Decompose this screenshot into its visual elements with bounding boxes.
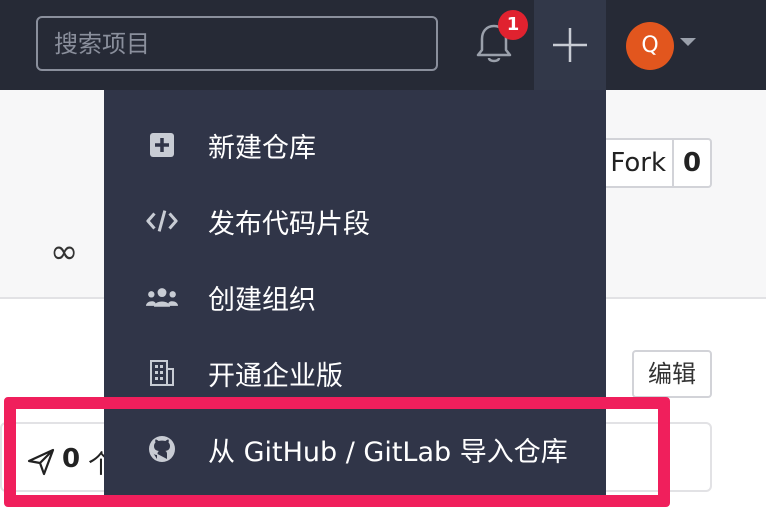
notification-badge: 1 (498, 10, 528, 40)
fork-button[interactable]: Fork 0 (596, 138, 712, 188)
github-icon (146, 433, 178, 465)
avatar[interactable]: Q (626, 22, 674, 70)
code-icon (146, 205, 178, 237)
menu-item-create-org[interactable]: 创建组织 (104, 259, 606, 335)
top-navbar: 1 Q (0, 0, 766, 90)
menu-item-new-repo[interactable]: 新建仓库 (104, 107, 606, 183)
building-icon (146, 357, 178, 389)
create-new-button[interactable] (534, 0, 606, 90)
menu-item-label: 创建组织 (208, 284, 316, 316)
fork-count[interactable]: 0 (674, 140, 710, 186)
plus-square-icon (146, 129, 178, 161)
fork-label: Fork (598, 140, 674, 186)
infinity-icon: ∞ (50, 232, 79, 272)
menu-item-label: 从 GitHub / GitLab 导入仓库 (208, 436, 568, 468)
users-icon (146, 281, 178, 313)
menu-item-publish-snippet[interactable]: 发布代码片段 (104, 183, 606, 259)
menu-item-label: 开通企业版 (208, 360, 343, 392)
menu-item-import-repo[interactable]: 从 GitHub / GitLab 导入仓库 (104, 411, 606, 487)
edit-button[interactable]: 编辑 (632, 350, 712, 398)
search-input[interactable] (38, 18, 436, 69)
search-box[interactable] (36, 16, 438, 71)
create-dropdown-menu: 新建仓库 发布代码片段 创建组织 开通企业版 从 GitHub / GitLab… (104, 90, 606, 500)
menu-item-label: 新建仓库 (208, 132, 316, 164)
panel-count: 0 (62, 444, 81, 474)
menu-item-enterprise[interactable]: 开通企业版 (104, 335, 606, 411)
send-icon (26, 447, 56, 477)
menu-item-label: 发布代码片段 (208, 208, 370, 240)
chevron-down-icon[interactable] (680, 38, 696, 46)
plus-icon (553, 28, 587, 62)
